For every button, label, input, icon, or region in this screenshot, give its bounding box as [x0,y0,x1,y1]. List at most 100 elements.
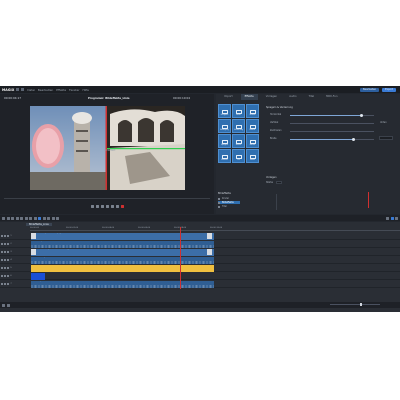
solo-icon[interactable] [3,267,6,269]
slider-knob[interactable] [351,138,355,141]
solo-icon[interactable] [3,251,6,253]
lock-icon[interactable] [6,235,9,237]
mouse-mode-icon[interactable] [2,216,5,220]
video-clip[interactable]: Bildeffekte.mp4 Bildeffekt: Verzerrung [31,248,214,256]
mute-icon[interactable] [1,283,3,285]
fx-tile-mask[interactable]: Maske [246,149,259,163]
tab-effects[interactable]: Effekte [240,94,258,100]
redo-icon[interactable] [11,216,14,220]
fx-tile-color[interactable]: Farbe [232,104,245,118]
split-icon[interactable] [33,216,37,220]
audio-clip[interactable]: Bildeffekte.mp4 Audio [31,256,214,264]
fx-tile-sharpness[interactable]: Schärfe [246,104,259,118]
fx-tile-fade[interactable]: Blende [246,134,259,148]
rewind-icon[interactable] [90,204,94,208]
menu-effects[interactable]: Effekte [56,88,66,92]
mute-icon[interactable] [1,251,3,253]
next-frame-icon[interactable] [110,204,114,208]
forward-icon[interactable] [115,204,119,208]
vertical-slider[interactable] [290,123,374,124]
slider-knob[interactable] [359,114,363,117]
tab-audio[interactable]: Audio [285,94,300,100]
fx-tile-stabilize[interactable]: Stabilis. [246,119,259,133]
menu-help[interactable]: Hilfe [82,88,88,92]
cut-icon[interactable] [29,216,32,220]
undo-icon[interactable] [21,88,25,91]
fx-tile-mirror[interactable]: Spiegeln [218,134,231,148]
mini-playhead[interactable] [368,192,369,208]
center-slider[interactable] [290,131,374,132]
lock-icon[interactable] [6,251,9,253]
zoom-slider[interactable] [330,304,380,305]
export-button[interactable]: Export [382,87,396,92]
tab-midi[interactable]: MIDI-Fun [322,94,341,100]
project-list-item[interactable]: Titel [218,205,227,208]
mute-icon[interactable] [1,259,3,261]
play-icon[interactable] [105,204,109,208]
trim-icon[interactable] [51,216,55,220]
lock-icon[interactable] [6,259,9,261]
project-tab[interactable]: Bildeffekte_Linie [26,223,52,226]
mini-timeline[interactable] [276,194,396,210]
undo-icon[interactable] [6,216,10,220]
time-ruler[interactable]: 00:00:00 00:00:02:00 00:00:04:00 00:00:0… [30,227,400,231]
mute-icon[interactable] [1,275,3,277]
video-preview[interactable] [30,106,185,190]
fx-tile-style[interactable]: Stil [232,149,245,163]
mute-icon[interactable] [1,243,3,245]
width-slider[interactable] [290,138,374,141]
zoom-knob[interactable] [360,303,362,306]
marker-icon[interactable] [47,216,50,220]
fx-tile-cut[interactable]: Schnitt [232,134,245,148]
monitor-scrubber[interactable] [4,198,210,199]
audio-clip[interactable]: Musik.mp3 [31,280,214,288]
tab-import[interactable]: Import [220,94,237,100]
prev-frame-icon[interactable] [95,204,99,208]
solo-icon[interactable] [3,235,6,237]
mixer-icon[interactable] [7,303,10,307]
menu-edit[interactable]: Bearbeiten [38,88,53,92]
audio-clip[interactable]: Kinder.mp4 Audio [31,240,214,248]
project-list-item-selected[interactable]: Bildeffekte [218,201,240,204]
lock-icon[interactable] [6,267,9,269]
delete-icon[interactable] [15,216,19,220]
color-clip[interactable]: Linie [31,272,45,280]
value-field[interactable] [379,136,393,140]
menu-window[interactable]: Fenster [69,88,79,92]
tab-templates[interactable]: Vorlagen [262,94,281,100]
lock-icon[interactable] [6,243,9,245]
solo-icon[interactable] [3,243,6,245]
save-icon[interactable] [16,88,20,91]
group-icon[interactable] [42,216,46,220]
tab-titles[interactable]: Titel [305,94,319,100]
copy-icon[interactable] [20,216,23,220]
storyboard-view-icon[interactable] [386,216,389,220]
menu-file[interactable]: Datei [27,88,34,92]
paste-icon[interactable] [24,216,28,220]
fx-tile-distortion[interactable]: Verzerrung [232,119,245,133]
project-list-item[interactable]: Kinder [218,197,229,200]
fx-tile-motion[interactable]: Bewegung [218,119,231,133]
title-clip[interactable]: Titel Bildeffekt: Linie [31,264,214,272]
scene-view-icon[interactable] [395,216,398,220]
edit-mode-button[interactable]: Bearbeiten [360,87,380,92]
mute-icon[interactable] [1,267,3,269]
snap-icon[interactable] [38,216,41,220]
text-icon[interactable] [56,216,59,220]
fx-tile-camera[interactable]: Kamera [218,149,231,163]
add-track-icon[interactable] [2,303,5,307]
mute-icon[interactable] [1,235,3,237]
lock-icon[interactable] [6,283,9,285]
solo-icon[interactable] [3,259,6,261]
fx-tile-brightness[interactable]: Helligkeit [218,104,231,118]
solo-icon[interactable] [3,275,6,277]
timeline-view-icon[interactable] [390,216,394,220]
solo-icon[interactable] [3,283,6,285]
stop-icon[interactable] [100,204,104,208]
video-clip[interactable]: Kinder.mp4 Bildeffekt: Spiegeln, Horizon… [31,232,214,240]
timeline-playhead[interactable] [180,227,181,289]
record-icon[interactable] [120,204,124,208]
horizontal-slider[interactable] [290,114,374,117]
lock-icon[interactable] [6,275,9,277]
preset-select[interactable] [276,181,283,184]
